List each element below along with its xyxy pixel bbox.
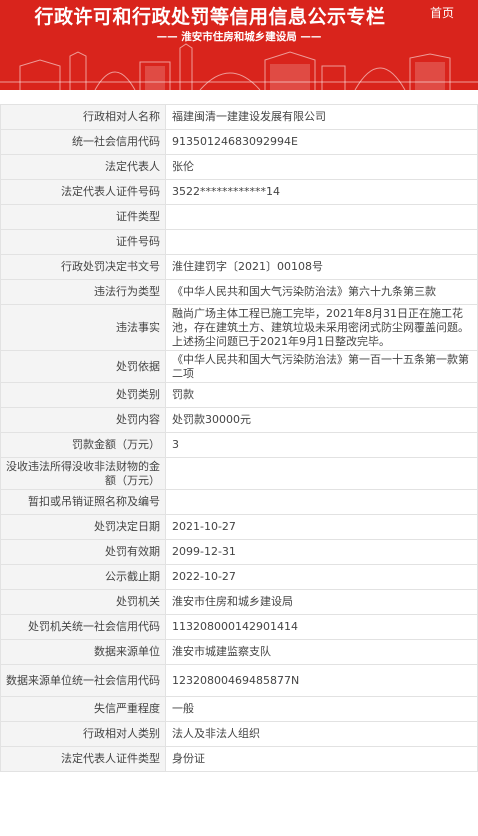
table-row: 证件号码 xyxy=(0,229,478,255)
row-label: 数据来源单位统一社会信用代码 xyxy=(0,664,166,697)
table-row: 公示截止期 2022-10-27 xyxy=(0,564,478,590)
table-row: 处罚决定日期 2021-10-27 xyxy=(0,514,478,540)
row-value: 淮安市城建监察支队 xyxy=(165,639,478,665)
row-label: 没收违法所得没收非法财物的金额（万元） xyxy=(0,457,166,490)
row-value: 2022-10-27 xyxy=(165,564,478,590)
table-row: 行政处罚决定书文号 淮住建罚字〔2021〕00108号 xyxy=(0,254,478,280)
row-value xyxy=(165,489,478,515)
row-value: 一般 xyxy=(165,696,478,722)
row-label: 违法事实 xyxy=(0,304,166,351)
row-label: 法定代表人证件类型 xyxy=(0,746,166,772)
row-value: 身份证 xyxy=(165,746,478,772)
row-value: 3522************14 xyxy=(165,179,478,205)
row-label: 处罚类别 xyxy=(0,382,166,408)
page-title: 行政许可和行政处罚等信用信息公示专栏 xyxy=(34,6,386,28)
table-row: 处罚有效期 2099-12-31 xyxy=(0,539,478,565)
row-value: 淮安市住房和城乡建设局 xyxy=(165,589,478,615)
table-row: 暂扣或吊销证照名称及编号 xyxy=(0,489,478,515)
table-row: 失信严重程度 一般 xyxy=(0,696,478,722)
row-label: 公示截止期 xyxy=(0,564,166,590)
row-value: 91350124683092994E xyxy=(165,129,478,155)
row-value: 罚款 xyxy=(165,382,478,408)
agency-subtitle: —— 淮安市住房和城乡建设局 —— xyxy=(156,31,322,43)
row-value: 《中华人民共和国大气污染防治法》第六十九条第三款 xyxy=(165,279,478,305)
row-label: 处罚机关 xyxy=(0,589,166,615)
row-label: 行政相对人名称 xyxy=(0,104,166,130)
row-label: 处罚依据 xyxy=(0,350,166,383)
table-row: 处罚机关统一社会信用代码 11320800014290141​4 xyxy=(0,614,478,640)
row-label: 行政相对人类别 xyxy=(0,721,166,747)
row-label: 违法行为类型 xyxy=(0,279,166,305)
row-value xyxy=(165,457,478,490)
row-label: 处罚机关统一社会信用代码 xyxy=(0,614,166,640)
row-label: 数据来源单位 xyxy=(0,639,166,665)
info-table: 行政相对人名称 福建闽清一建建设发展有限公司 统一社会信用代码 91350124683… xyxy=(0,104,478,772)
row-label: 法定代表人证件号码 xyxy=(0,179,166,205)
row-label: 行政处罚决定书文号 xyxy=(0,254,166,280)
table-row: 违法事实 融尚广场主体工程已施工完毕，2021年8月31日正在施工花池，存在建筑土… xyxy=(0,304,478,351)
header-banner: 行政许可和行政处罚等信用信息公示专栏 首页 —— 淮安市住房和城乡建设局 —— xyxy=(0,0,478,90)
row-value: 11320800014290141​4 xyxy=(165,614,478,640)
home-link[interactable]: 首页 xyxy=(430,4,454,21)
row-value: 法人及非法人组织 xyxy=(165,721,478,747)
row-label: 处罚内容 xyxy=(0,407,166,433)
table-row: 处罚类别 罚款 xyxy=(0,382,478,408)
row-value: 福建闽清一建建设发展有限公司 xyxy=(165,104,478,130)
row-label: 处罚决定日期 xyxy=(0,514,166,540)
row-value: 2099-12-31 xyxy=(165,539,478,565)
table-row: 处罚内容 处罚款30000元 xyxy=(0,407,478,433)
table-row: 数据来源单位统一社会信用代码 12320800469485877N xyxy=(0,664,478,697)
table-row: 处罚依据 《中华人民共和国大气污染防治法》第一百一十五条第一款第二项 xyxy=(0,350,478,383)
row-value: 12320800469485877N xyxy=(165,664,478,697)
table-row: 违法行为类型 《中华人民共和国大气污染防治法》第六十九条第三款 xyxy=(0,279,478,305)
row-label: 证件号码 xyxy=(0,229,166,255)
row-value: 2021-10-27 xyxy=(165,514,478,540)
table-row: 法定代表人证件号码 3522************14 xyxy=(0,179,478,205)
row-label: 罚款金额（万元） xyxy=(0,432,166,458)
table-row: 统一社会信用代码 91350124683092994E xyxy=(0,129,478,155)
row-value xyxy=(165,229,478,255)
table-row: 没收违法所得没收非法财物的金额（万元） xyxy=(0,457,478,490)
table-row: 法定代表人证件类型 身份证 xyxy=(0,746,478,772)
row-label: 统一社会信用代码 xyxy=(0,129,166,155)
row-value: 淮住建罚字〔2021〕00108号 xyxy=(165,254,478,280)
row-label: 证件类型 xyxy=(0,204,166,230)
table-row: 数据来源单位 淮安市城建监察支队 xyxy=(0,639,478,665)
row-value: 3 xyxy=(165,432,478,458)
table-row: 行政相对人类别 法人及非法人组织 xyxy=(0,721,478,747)
table-row: 处罚机关 淮安市住房和城乡建设局 xyxy=(0,589,478,615)
table-row: 法定代表人 张伦 xyxy=(0,154,478,180)
row-value: 融尚广场主体工程已施工完毕，2021年8月31日正在施工花池，存在建筑土方、建筑… xyxy=(165,304,478,351)
table-row: 行政相对人名称 福建闽清一建建设发展有限公司 xyxy=(0,104,478,130)
row-value: 《中华人民共和国大气污染防治法》第一百一十五条第一款第二项 xyxy=(165,350,478,383)
table-row: 罚款金额（万元） 3 xyxy=(0,432,478,458)
row-value: 处罚款30000元 xyxy=(165,407,478,433)
spacer xyxy=(0,90,478,104)
row-label: 暂扣或吊销证照名称及编号 xyxy=(0,489,166,515)
row-label: 失信严重程度 xyxy=(0,696,166,722)
row-value: 张伦 xyxy=(165,154,478,180)
row-label: 法定代表人 xyxy=(0,154,166,180)
row-value xyxy=(165,204,478,230)
row-label: 处罚有效期 xyxy=(0,539,166,565)
table-row: 证件类型 xyxy=(0,204,478,230)
